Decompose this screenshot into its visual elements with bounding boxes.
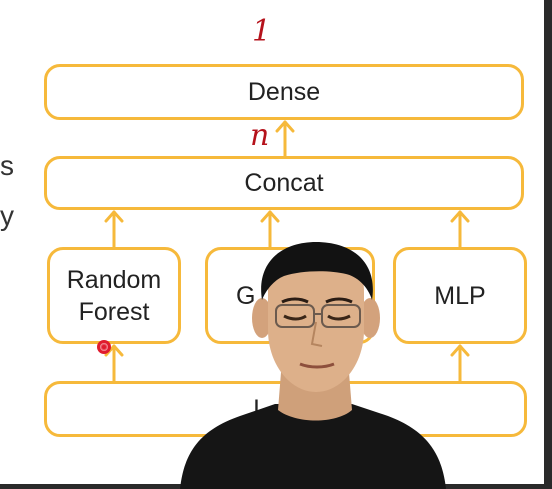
presenter-webcam-overlay [180, 242, 446, 489]
